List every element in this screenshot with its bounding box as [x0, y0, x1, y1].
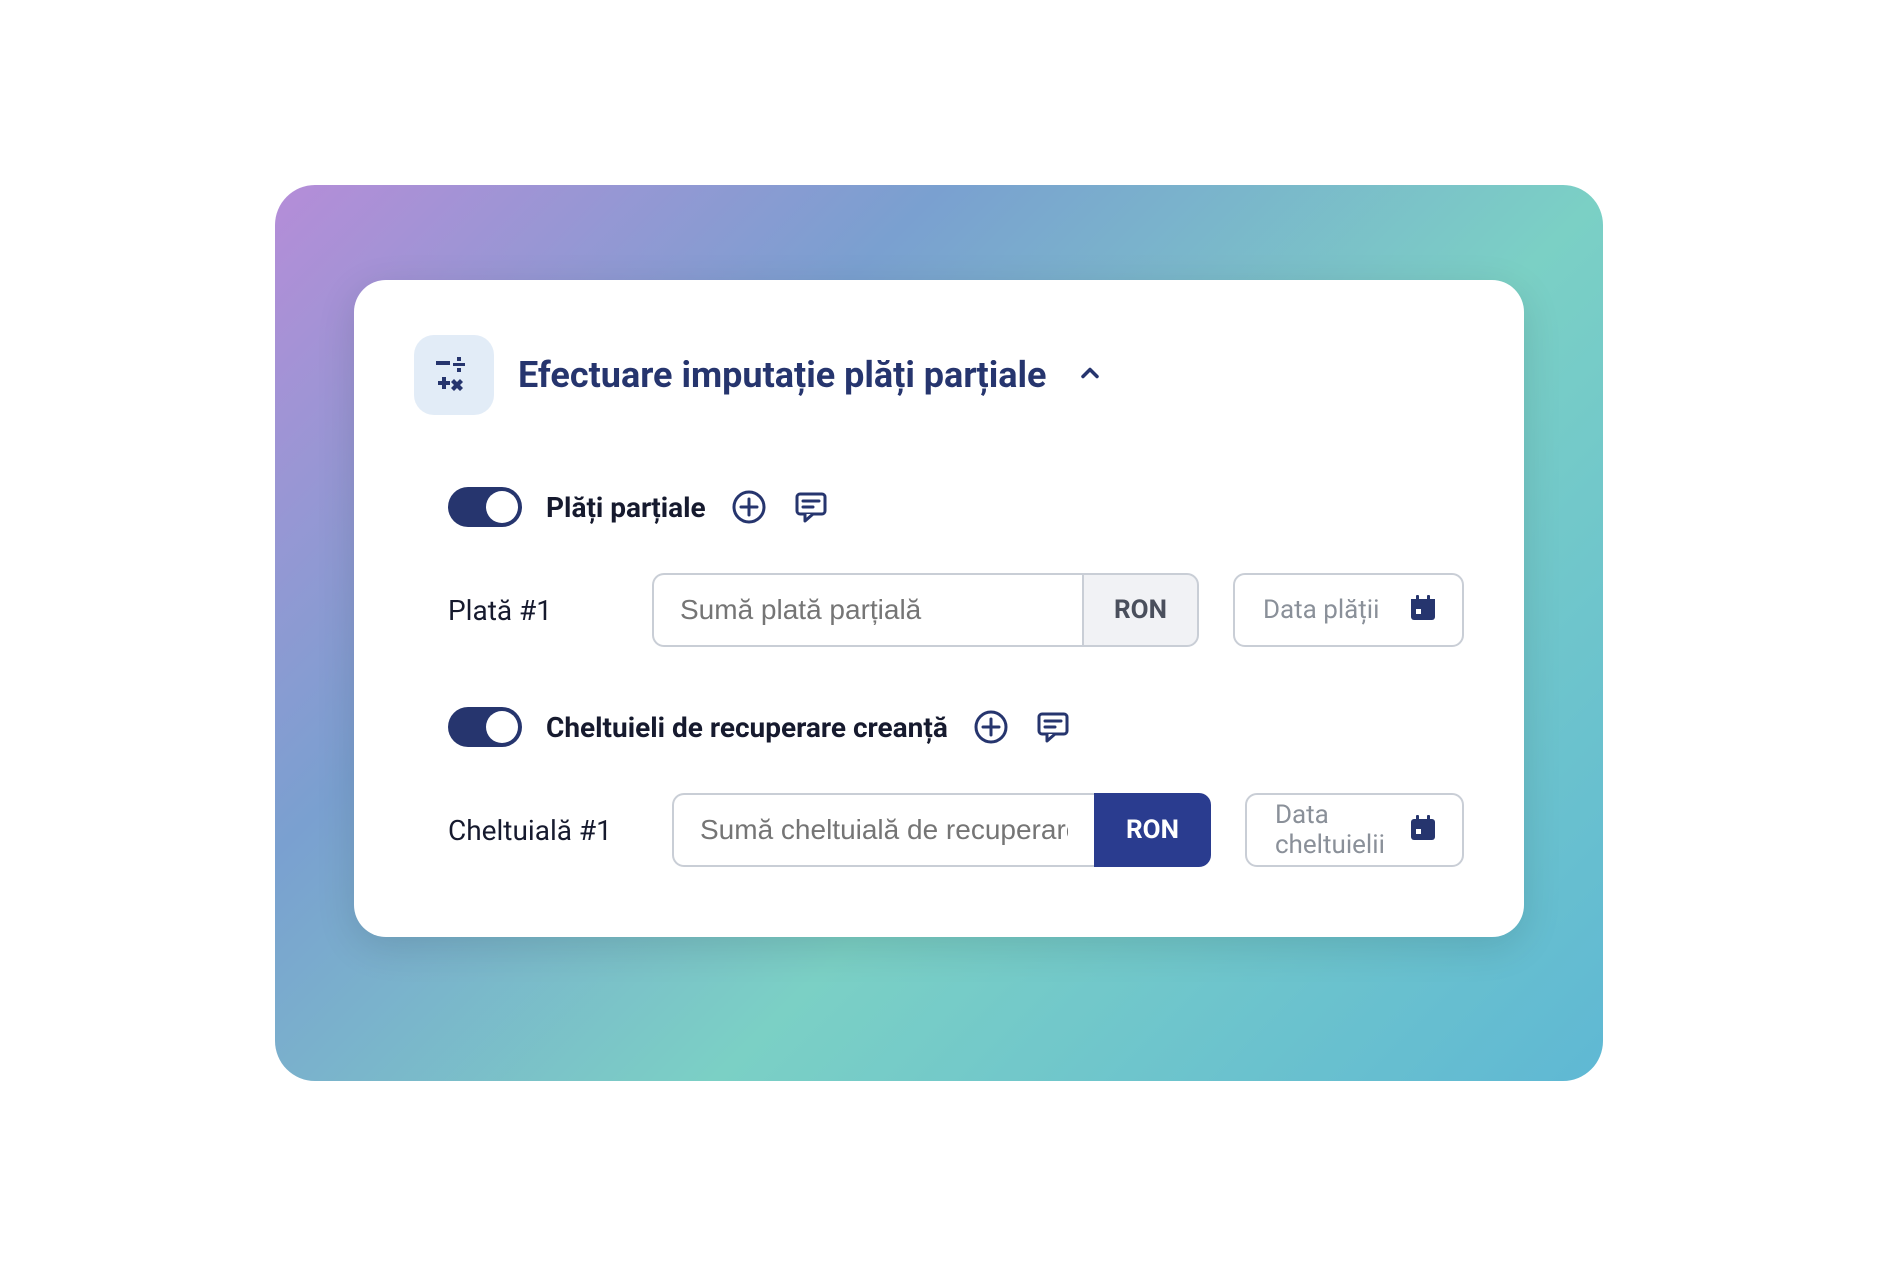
payments-toggle[interactable]	[448, 487, 522, 527]
expenses-toggle[interactable]	[448, 707, 522, 747]
payment-date-placeholder: Data plății	[1263, 595, 1380, 625]
payment-date-input[interactable]: Data plății	[1233, 573, 1464, 647]
calendar-icon	[1408, 593, 1438, 627]
payments-section: Plăți parțiale Plată #1 RON Data plății	[448, 487, 1464, 647]
expense-row-label: Cheltuială #1	[448, 814, 638, 847]
expense-amount-input[interactable]	[672, 793, 1094, 867]
payments-label: Plăți parțiale	[546, 491, 706, 524]
expense-currency-selector[interactable]: RON	[1094, 793, 1211, 867]
card-title: Efectuare imputație plăți parțiale	[518, 354, 1046, 396]
card-header[interactable]: Efectuare imputație plăți parțiale	[414, 335, 1464, 415]
form-card: Efectuare imputație plăți parțiale Plăți…	[354, 280, 1524, 937]
payments-section-head: Plăți parțiale	[448, 487, 1464, 527]
expense-date-input[interactable]: Data cheltuielii	[1245, 793, 1464, 867]
payment-amount-group: RON	[652, 573, 1199, 647]
expense-comment-button[interactable]	[1034, 708, 1072, 746]
calendar-icon	[1408, 813, 1438, 847]
add-payment-button[interactable]	[730, 488, 768, 526]
expenses-section-head: Cheltuieli de recuperare creanță	[448, 707, 1464, 747]
expense-row-1: Cheltuială #1 RON Data cheltuielii	[448, 793, 1464, 867]
expenses-section: Cheltuieli de recuperare creanță Cheltui…	[448, 707, 1464, 867]
expense-amount-group: RON	[672, 793, 1211, 867]
payment-amount-input[interactable]	[652, 573, 1082, 647]
payment-comment-button[interactable]	[792, 488, 830, 526]
chevron-up-icon[interactable]	[1076, 359, 1104, 391]
expenses-label: Cheltuieli de recuperare creanță	[546, 711, 948, 744]
payment-row-1: Plată #1 RON Data plății	[448, 573, 1464, 647]
calculator-icon	[414, 335, 494, 415]
add-expense-button[interactable]	[972, 708, 1010, 746]
gradient-background: Efectuare imputație plăți parțiale Plăți…	[275, 185, 1603, 1081]
payment-row-label: Plată #1	[448, 594, 618, 627]
payment-currency-selector[interactable]: RON	[1082, 573, 1199, 647]
expense-date-placeholder: Data cheltuielii	[1275, 800, 1408, 860]
